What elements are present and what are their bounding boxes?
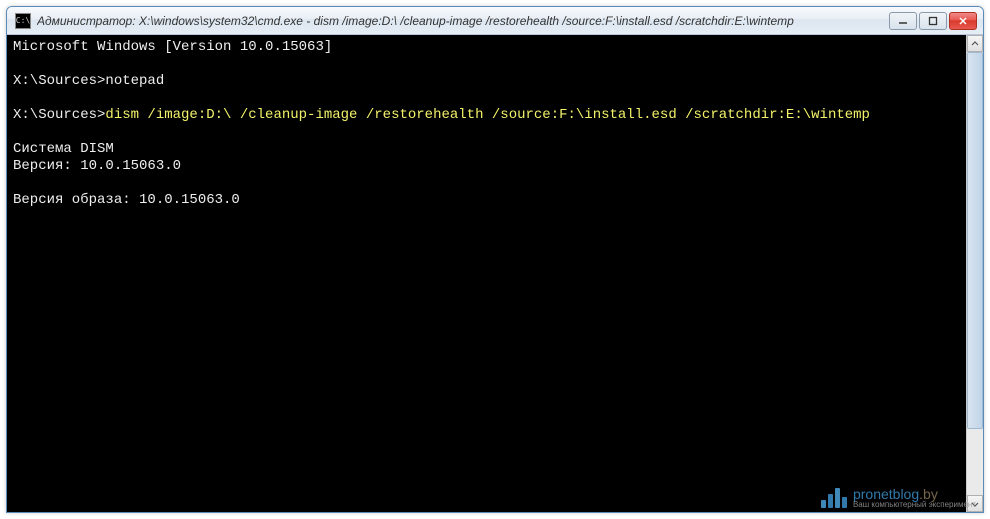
chevron-down-icon <box>971 500 979 508</box>
console-area: Microsoft Windows [Version 10.0.15063] X… <box>7 35 983 512</box>
console-line: Cистема DISM <box>13 141 114 157</box>
scrollbar[interactable] <box>966 35 983 512</box>
scroll-thumb[interactable] <box>967 52 983 429</box>
scroll-down-button[interactable] <box>967 495 983 512</box>
titlebar[interactable]: C:\ Администратор: X:\windows\system32\c… <box>7 7 983 35</box>
maximize-icon <box>928 16 938 26</box>
minimize-icon <box>898 16 908 26</box>
minimize-button[interactable] <box>889 12 917 30</box>
console-output[interactable]: Microsoft Windows [Version 10.0.15063] X… <box>7 35 966 512</box>
window-controls <box>889 12 977 30</box>
cmd-window: C:\ Администратор: X:\windows\system32\c… <box>6 6 984 513</box>
chevron-up-icon <box>971 40 979 48</box>
console-line: Версия: 10.0.15063.0 <box>13 158 181 174</box>
cmd-icon: C:\ <box>15 13 31 29</box>
close-button[interactable] <box>949 12 977 30</box>
console-prompt: X:\Sources> <box>13 73 105 89</box>
console-line: Версия образа: 10.0.15063.0 <box>13 192 240 208</box>
close-icon <box>958 16 968 26</box>
scroll-up-button[interactable] <box>967 35 983 52</box>
maximize-button[interactable] <box>919 12 947 30</box>
window-title: Администратор: X:\windows\system32\cmd.e… <box>37 14 889 28</box>
console-line: Microsoft Windows [Version 10.0.15063] <box>13 39 332 55</box>
console-command-highlighted: dism /image:D:\ /cleanup-image /restoreh… <box>105 107 870 123</box>
console-prompt: X:\Sources> <box>13 107 105 123</box>
console-command: notepad <box>105 73 164 89</box>
scroll-track[interactable] <box>967 52 983 495</box>
